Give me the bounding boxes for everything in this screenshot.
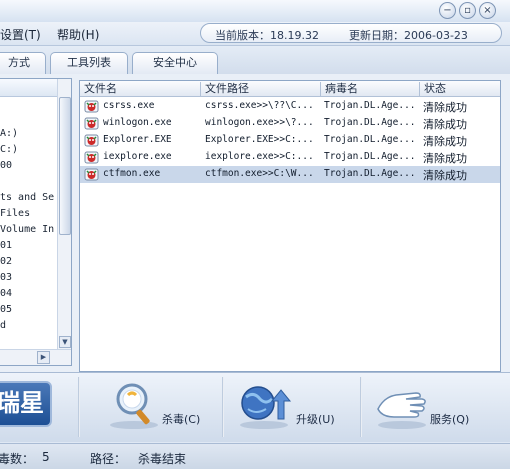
tree-horizontal-scrollbar[interactable]: ▶: [0, 349, 71, 365]
tab-security-center[interactable]: 安全中心: [132, 52, 218, 74]
scan-label: 杀毒(C): [162, 413, 201, 426]
minimize-button[interactable]: −: [439, 2, 456, 19]
cell-virusname: Trojan.DL.Age...: [324, 100, 416, 111]
service-button[interactable]: 服务(Q): [370, 379, 490, 437]
close-button[interactable]: ×: [479, 2, 496, 19]
cell-filename: winlogon.exe: [103, 117, 172, 128]
tree-item[interactable]: 01: [0, 240, 12, 251]
column-header-virusname[interactable]: 病毒名: [321, 82, 420, 96]
cell-filename: iexplore.exe: [103, 151, 172, 162]
virus-count: 5: [42, 450, 50, 464]
tree-item[interactable]: 03: [0, 272, 12, 283]
tree-item[interactable]: Volume In: [0, 224, 54, 235]
scroll-down-icon[interactable]: ▼: [59, 336, 71, 348]
tree-item[interactable]: d: [0, 320, 6, 331]
upgrade-button[interactable]: 升级(U): [232, 379, 352, 437]
hand-icon: [377, 392, 426, 429]
menu-bar: 设置(T) 帮助(H) 当前版本：18.19.32 更新日期：2006-03-2…: [0, 22, 510, 46]
list-header: 文件名 文件路径 病毒名 状态: [80, 81, 500, 97]
tree-item[interactable]: 04: [0, 288, 12, 299]
version-info: 当前版本：18.19.32 更新日期：2006-03-23: [200, 23, 502, 43]
cell-status: 清除成功: [423, 152, 467, 165]
virus-icon: [84, 151, 99, 164]
folder-tree[interactable]: A:) C:) 00 ts and Se Files Volume In 01 …: [0, 78, 72, 366]
update-date: 更新日期：2006-03-23: [349, 29, 468, 42]
cell-virusname: Trojan.DL.Age...: [324, 134, 416, 145]
title-bar: − ▫ ×: [0, 0, 510, 22]
path-value: 杀毒结束: [138, 452, 187, 466]
cell-filepath: Explorer.EXE>>C:...: [205, 134, 314, 145]
tree-item[interactable]: A:): [0, 128, 18, 139]
table-row[interactable]: ctfmon.exe ctfmon.exe>>C:\W... Trojan.DL.A…: [80, 166, 500, 183]
scroll-thumb[interactable]: [59, 97, 71, 235]
cell-virusname: Trojan.DL.Age...: [324, 151, 416, 162]
tab-tool-list[interactable]: 工具列表: [50, 52, 128, 74]
column-header-filename[interactable]: 文件名: [80, 82, 201, 96]
window-controls: − ▫ ×: [439, 2, 496, 19]
virus-icon: [84, 168, 99, 181]
menu-help[interactable]: 帮助(H): [57, 26, 99, 43]
tree-vertical-scrollbar[interactable]: ▼: [57, 79, 71, 349]
brand-logo: 瑞星: [0, 381, 52, 427]
magnifier-icon: [110, 383, 158, 429]
cell-status: 清除成功: [423, 135, 467, 148]
current-version: 当前版本：18.19.32: [215, 29, 319, 42]
cell-status: 清除成功: [423, 118, 467, 131]
virus-icon: [84, 100, 99, 113]
cell-filepath: csrss.exe>>\??\C...: [205, 100, 314, 111]
cell-virusname: Trojan.DL.Age...: [324, 168, 416, 179]
globe-upgrade-icon: [240, 386, 292, 429]
restore-button[interactable]: ▫: [459, 2, 476, 19]
virus-icon: [84, 134, 99, 147]
virus-count-label: 毒数：: [0, 452, 35, 466]
cell-filename: Explorer.EXE: [103, 134, 172, 145]
table-row[interactable]: csrss.exe csrss.exe>>\??\C... Trojan.DL.Ag…: [80, 98, 500, 115]
cell-filepath: iexplore.exe>>C:...: [205, 151, 314, 162]
tree-item[interactable]: Files: [0, 208, 30, 219]
menu-settings[interactable]: 设置(T): [0, 26, 41, 43]
status-bar: 毒数： 5 路径： 杀毒结束: [0, 443, 510, 469]
divider: [78, 377, 80, 437]
cell-filepath: winlogon.exe>>\?...: [205, 117, 314, 128]
column-header-filepath[interactable]: 文件路径: [201, 82, 321, 96]
table-row[interactable]: iexplore.exe iexplore.exe>>C:... Trojan.DL…: [80, 149, 500, 166]
cell-filepath: ctfmon.exe>>C:\W...: [205, 168, 314, 179]
cell-status: 清除成功: [423, 101, 467, 114]
tree-item[interactable]: C:): [0, 144, 18, 155]
cell-filename: ctfmon.exe: [103, 168, 161, 179]
upgrade-label: 升级(U): [296, 413, 335, 426]
tree-item[interactable]: 05: [0, 304, 12, 315]
divider: [222, 377, 224, 437]
tree-item[interactable]: ts and Se: [0, 192, 54, 203]
virus-results-list[interactable]: 文件名 文件路径 病毒名 状态 csrss.exe csrss.exe>>\??\…: [79, 80, 501, 372]
cell-status: 清除成功: [423, 169, 467, 182]
scan-button[interactable]: 杀毒(C): [100, 379, 220, 437]
divider: [360, 377, 362, 437]
scroll-right-icon[interactable]: ▶: [37, 351, 50, 364]
virus-icon: [84, 117, 99, 130]
table-row[interactable]: Explorer.EXE Explorer.EXE>>C:... Trojan.DL…: [80, 132, 500, 149]
cell-virusname: Trojan.DL.Age...: [324, 117, 416, 128]
tab-bar: 方式 工具列表 安全中心: [0, 46, 510, 74]
table-row[interactable]: winlogon.exe winlogon.exe>>\?... Trojan.DL…: [80, 115, 500, 132]
path-label: 路径：: [90, 452, 127, 466]
service-label: 服务(Q): [430, 413, 470, 426]
tree-item[interactable]: 02: [0, 256, 12, 267]
tab-scan-mode[interactable]: 方式: [0, 52, 46, 74]
column-header-status[interactable]: 状态: [420, 82, 500, 96]
action-bar: 瑞星 杀毒(C) 升级(U) 服务(Q): [0, 372, 510, 442]
tree-item[interactable]: 00: [0, 160, 12, 171]
cell-filename: csrss.exe: [103, 100, 155, 111]
